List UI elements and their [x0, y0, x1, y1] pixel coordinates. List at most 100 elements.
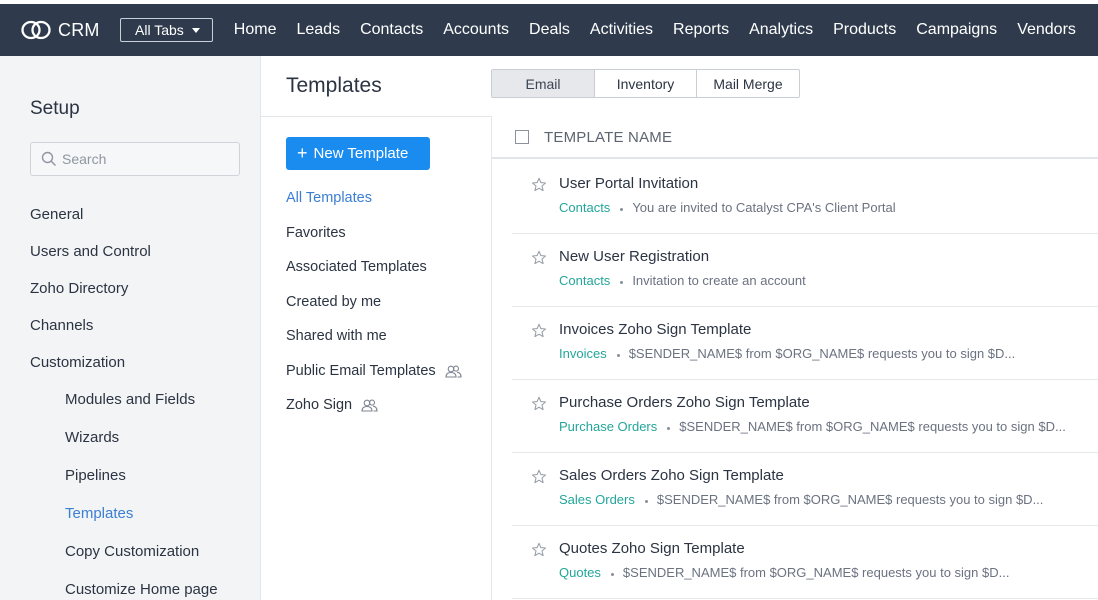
search-placeholder: Search	[62, 151, 107, 167]
template-row[interactable]: Purchase Orders Zoho Sign Template Purch…	[512, 380, 1098, 453]
template-module-link[interactable]: Purchase Orders	[559, 419, 657, 434]
shared-users-icon	[361, 399, 378, 412]
category-label: Associated Templates	[286, 259, 427, 275]
category-favorites[interactable]: Favorites	[286, 225, 346, 241]
template-subject: You are invited to Catalyst CPA's Client…	[632, 200, 896, 215]
tab-inventory[interactable]: Inventory	[595, 70, 697, 97]
star-icon[interactable]	[531, 469, 547, 485]
template-module-link[interactable]: Sales Orders	[559, 492, 635, 507]
nav-analytics[interactable]: Analytics	[749, 21, 813, 39]
setup-sub-customize-home-page[interactable]: Customize Home page	[65, 581, 218, 598]
category-label: Created by me	[286, 294, 382, 310]
setup-menu-general[interactable]: General	[30, 206, 83, 223]
template-name[interactable]: User Portal Invitation	[559, 175, 698, 192]
search-icon	[41, 151, 56, 166]
crm-logo[interactable]: CRM	[20, 19, 120, 41]
category-associated-templates[interactable]: Associated Templates	[286, 259, 427, 275]
separator-dot	[610, 573, 614, 576]
template-name[interactable]: Quotes Zoho Sign Template	[559, 540, 745, 557]
nav-home[interactable]: Home	[234, 21, 277, 39]
category-created-by-me[interactable]: Created by me	[286, 294, 381, 310]
main-nav: Home Leads Contacts Accounts Deals Activ…	[234, 4, 1096, 56]
template-meta: Quotes $SENDER_NAME$ from $ORG_NAME$ req…	[559, 565, 1009, 580]
page-title: Templates	[286, 74, 382, 97]
nav-products[interactable]: Products	[833, 21, 896, 39]
template-row[interactable]: User Portal Invitation Contacts You are …	[512, 161, 1098, 234]
setup-menu-users-and-control[interactable]: Users and Control	[30, 243, 151, 260]
template-list-header: TEMPLATE NAME	[492, 117, 1098, 159]
category-label: Favorites	[286, 225, 346, 241]
top-navigation-bar: CRM All Tabs Home Leads Contacts Account…	[0, 0, 1098, 56]
caret-down-icon	[191, 28, 200, 33]
all-tabs-dropdown[interactable]: All Tabs	[120, 18, 213, 42]
separator-dot	[644, 500, 648, 503]
category-public-email-templates[interactable]: Public Email Templates	[286, 363, 462, 379]
template-meta: Invoices $SENDER_NAME$ from $ORG_NAME$ r…	[559, 346, 1015, 361]
category-all-templates[interactable]: All Templates	[286, 190, 372, 206]
setup-menu-channels[interactable]: Channels	[30, 317, 93, 334]
star-icon[interactable]	[531, 542, 547, 558]
setup-sub-modules-and-fields[interactable]: Modules and Fields	[65, 391, 195, 408]
tab-mail-merge[interactable]: Mail Merge	[697, 70, 799, 97]
template-subject: $SENDER_NAME$ from $ORG_NAME$ requests y…	[622, 565, 1010, 580]
template-name[interactable]: New User Registration	[559, 248, 709, 265]
template-subject: Invitation to create an account	[632, 273, 806, 288]
template-name[interactable]: Purchase Orders Zoho Sign Template	[559, 394, 810, 411]
nav-contacts[interactable]: Contacts	[360, 21, 423, 39]
nav-deals[interactable]: Deals	[529, 21, 570, 39]
star-icon[interactable]	[531, 177, 547, 193]
select-all-checkbox[interactable]	[515, 130, 529, 144]
plus-icon: +	[297, 142, 308, 163]
separator-dot	[667, 427, 671, 430]
header-divider	[261, 116, 491, 117]
setup-sub-pipelines[interactable]: Pipelines	[65, 467, 126, 484]
template-subject: $SENDER_NAME$ from $ORG_NAME$ requests y…	[628, 346, 1016, 361]
separator-dot	[616, 354, 620, 357]
separator-dot	[620, 281, 624, 284]
nav-leads[interactable]: Leads	[296, 21, 340, 39]
template-row[interactable]: New User Registration Contacts Invitatio…	[512, 234, 1098, 307]
app-name: CRM	[58, 19, 100, 40]
setup-search-input[interactable]: Search	[30, 142, 240, 176]
setup-menu-zoho-directory[interactable]: Zoho Directory	[30, 280, 128, 297]
setup-sub-templates[interactable]: Templates	[65, 505, 133, 522]
template-module-link[interactable]: Contacts	[559, 200, 610, 215]
template-name[interactable]: Sales Orders Zoho Sign Template	[559, 467, 784, 484]
template-meta: Contacts Invitation to create an account	[559, 273, 806, 288]
template-row[interactable]: Sales Orders Zoho Sign Template Sales Or…	[512, 453, 1098, 526]
tab-email[interactable]: Email	[492, 70, 595, 97]
nav-accounts[interactable]: Accounts	[443, 21, 509, 39]
template-row[interactable]: Quotes Zoho Sign Template Quotes $SENDER…	[512, 526, 1098, 599]
category-label: Public Email Templates	[286, 363, 436, 379]
template-meta: Sales Orders $SENDER_NAME$ from $ORG_NAM…	[559, 492, 1043, 507]
template-row[interactable]: Invoices Zoho Sign Template Invoices $SE…	[512, 307, 1098, 380]
setup-sub-wizards[interactable]: Wizards	[65, 429, 119, 446]
nav-campaigns[interactable]: Campaigns	[916, 21, 997, 39]
category-label: All Templates	[286, 190, 372, 206]
star-icon[interactable]	[531, 396, 547, 412]
category-zoho-sign[interactable]: Zoho Sign	[286, 397, 378, 413]
separator-dot	[620, 208, 624, 211]
crm-logo-icon	[21, 20, 51, 40]
star-icon[interactable]	[531, 250, 547, 266]
shared-users-icon	[445, 365, 462, 378]
template-subject: $SENDER_NAME$ from $ORG_NAME$ requests y…	[679, 419, 1066, 434]
setup-sub-copy-customization[interactable]: Copy Customization	[65, 543, 199, 560]
setup-title: Setup	[30, 98, 80, 119]
all-tabs-label: All Tabs	[135, 22, 184, 38]
nav-activities[interactable]: Activities	[590, 21, 653, 39]
star-icon[interactable]	[531, 323, 547, 339]
template-module-link[interactable]: Invoices	[559, 346, 607, 361]
template-type-tabs: Email Inventory Mail Merge	[491, 69, 800, 98]
template-module-link[interactable]: Contacts	[559, 273, 610, 288]
new-template-label: New Template	[313, 145, 409, 162]
nav-vendors[interactable]: Vendors	[1017, 21, 1076, 39]
template-module-link[interactable]: Quotes	[559, 565, 601, 580]
category-shared-with-me[interactable]: Shared with me	[286, 328, 387, 344]
template-name[interactable]: Invoices Zoho Sign Template	[559, 321, 751, 338]
template-subject: $SENDER_NAME$ from $ORG_NAME$ requests y…	[656, 492, 1044, 507]
new-template-button[interactable]: + New Template	[286, 137, 430, 170]
template-meta: Contacts You are invited to Catalyst CPA…	[559, 200, 896, 215]
setup-menu-customization[interactable]: Customization	[30, 354, 125, 371]
nav-reports[interactable]: Reports	[673, 21, 729, 39]
